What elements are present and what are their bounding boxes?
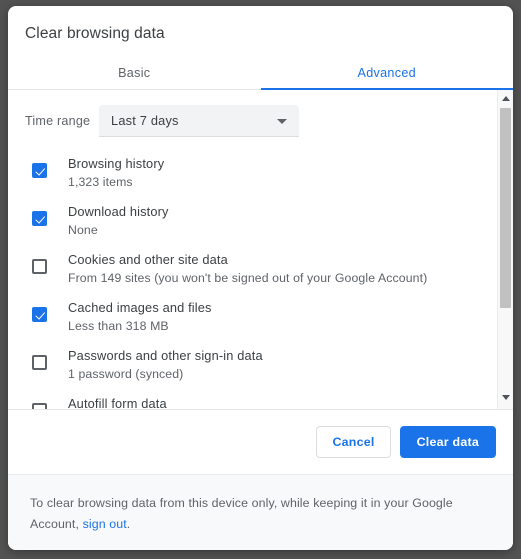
list-item-download-history[interactable]: Download history None — [8, 196, 495, 244]
list-item-detail: From 149 sites (you won't be signed out … — [68, 271, 428, 285]
checkbox-cached-images-and-files[interactable] — [32, 307, 47, 322]
list-item-label: Autofill form data — [68, 396, 167, 410]
clear-data-button[interactable]: Clear data — [399, 426, 496, 458]
checkbox-download-history[interactable] — [32, 211, 47, 226]
list-item-autofill-form-data[interactable]: Autofill form data — [8, 388, 495, 410]
checkbox-autofill-form-data[interactable] — [32, 403, 47, 409]
list-item-text: Cached images and files Less than 318 MB — [47, 292, 212, 336]
vertical-scrollbar[interactable] — [497, 90, 513, 409]
checkbox-cookies-and-site-data[interactable] — [32, 259, 47, 274]
dialog-action-bar: Cancel Clear data — [8, 410, 513, 474]
list-item-label: Passwords and other sign-in data — [68, 348, 263, 363]
checkbox-browsing-history[interactable] — [32, 163, 47, 178]
scrollbar-thumb[interactable] — [500, 108, 511, 308]
list-item-cached-images-and-files[interactable]: Cached images and files Less than 318 MB — [8, 292, 495, 340]
scroll-up-arrow-icon[interactable] — [498, 91, 513, 106]
list-item-detail: Less than 318 MB — [68, 319, 169, 333]
settings-scroll-area: Time range Last 7 days Browsing history … — [8, 90, 513, 410]
list-item-text: Passwords and other sign-in data 1 passw… — [47, 340, 263, 384]
tab-bar: Basic Advanced — [8, 58, 513, 90]
tab-basic[interactable]: Basic — [8, 58, 261, 89]
list-item-cookies-and-site-data[interactable]: Cookies and other site data From 149 sit… — [8, 244, 495, 292]
list-item-label: Browsing history — [68, 156, 165, 171]
list-item-label: Download history — [68, 204, 169, 219]
list-item-label: Cookies and other site data — [68, 252, 228, 267]
time-range-value: Last 7 days — [111, 113, 179, 128]
tab-advanced[interactable]: Advanced — [261, 58, 514, 89]
time-range-label: Time range — [25, 114, 91, 128]
data-type-list: Browsing history 1,323 items Download hi… — [8, 138, 495, 410]
list-item-label: Cached images and files — [68, 300, 212, 315]
list-item-detail: 1,323 items — [68, 175, 133, 189]
footer-note-text-after: . — [126, 517, 131, 531]
settings-content: Time range Last 7 days Browsing history … — [8, 90, 495, 410]
list-item-text: Download history None — [47, 196, 169, 240]
page-title: Clear browsing data — [25, 25, 165, 42]
list-item-passwords-and-signin-data[interactable]: Passwords and other sign-in data 1 passw… — [8, 340, 495, 388]
time-range-select[interactable]: Last 7 days — [99, 105, 299, 137]
chevron-down-icon — [277, 119, 287, 124]
sign-out-link[interactable]: sign out — [83, 517, 127, 531]
clear-browsing-data-dialog: Clear browsing data Basic Advanced Time … — [8, 6, 513, 550]
list-item-detail: None — [68, 223, 98, 237]
list-item-browsing-history[interactable]: Browsing history 1,323 items — [8, 148, 495, 196]
scroll-down-arrow-icon[interactable] — [498, 390, 513, 405]
cancel-button[interactable]: Cancel — [316, 426, 391, 458]
time-range-row: Time range Last 7 days — [8, 90, 495, 138]
list-item-text: Cookies and other site data From 149 sit… — [47, 244, 427, 288]
dialog-footer: To clear browsing data from this device … — [8, 474, 513, 550]
checkbox-passwords-and-signin-data[interactable] — [32, 355, 47, 370]
footer-note: To clear browsing data from this device … — [30, 493, 491, 535]
list-item-text: Browsing history 1,323 items — [47, 148, 164, 192]
list-item-detail: 1 password (synced) — [68, 367, 184, 381]
list-item-text: Autofill form data — [47, 388, 167, 410]
